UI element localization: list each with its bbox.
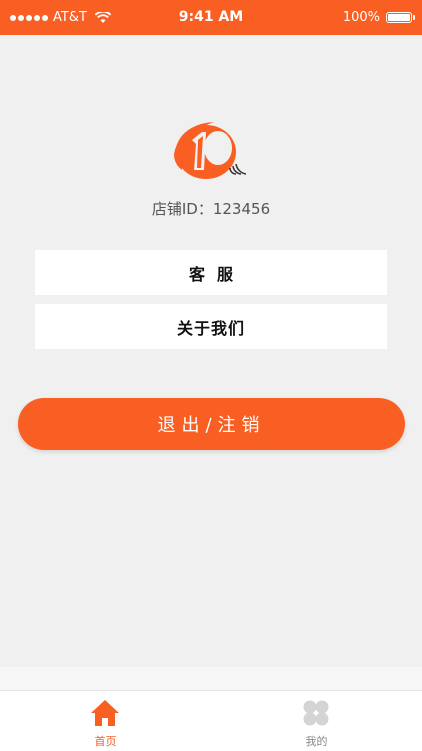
tab-mine[interactable]: 我的	[211, 691, 422, 751]
about-us-button[interactable]: 关于我们	[35, 304, 387, 349]
customer-service-label: 客服	[188, 264, 245, 284]
store-id-label: 店铺ID：123456	[151, 200, 271, 218]
tab-home-label: 首页	[94, 735, 117, 748]
status-bar: AT&T 9:41 AM 100%	[0, 0, 422, 35]
tab-mine-label: 我的	[305, 735, 328, 748]
battery-percent: 100%	[342, 10, 380, 25]
about-us-label: 关于我们	[176, 318, 245, 338]
battery-area: 100%	[342, 0, 415, 35]
battery-icon	[386, 12, 415, 23]
logout-button[interactable]: 退出/注销	[18, 398, 405, 450]
tab-home[interactable]: 首页	[0, 691, 211, 751]
brand-logo	[174, 122, 247, 179]
logout-label: 退出/注销	[157, 415, 266, 436]
home-icon	[91, 700, 119, 726]
tab-bar: 首页 我的	[0, 667, 422, 751]
customer-service-button[interactable]: 客服	[35, 250, 387, 295]
clover-icon	[303, 700, 329, 726]
